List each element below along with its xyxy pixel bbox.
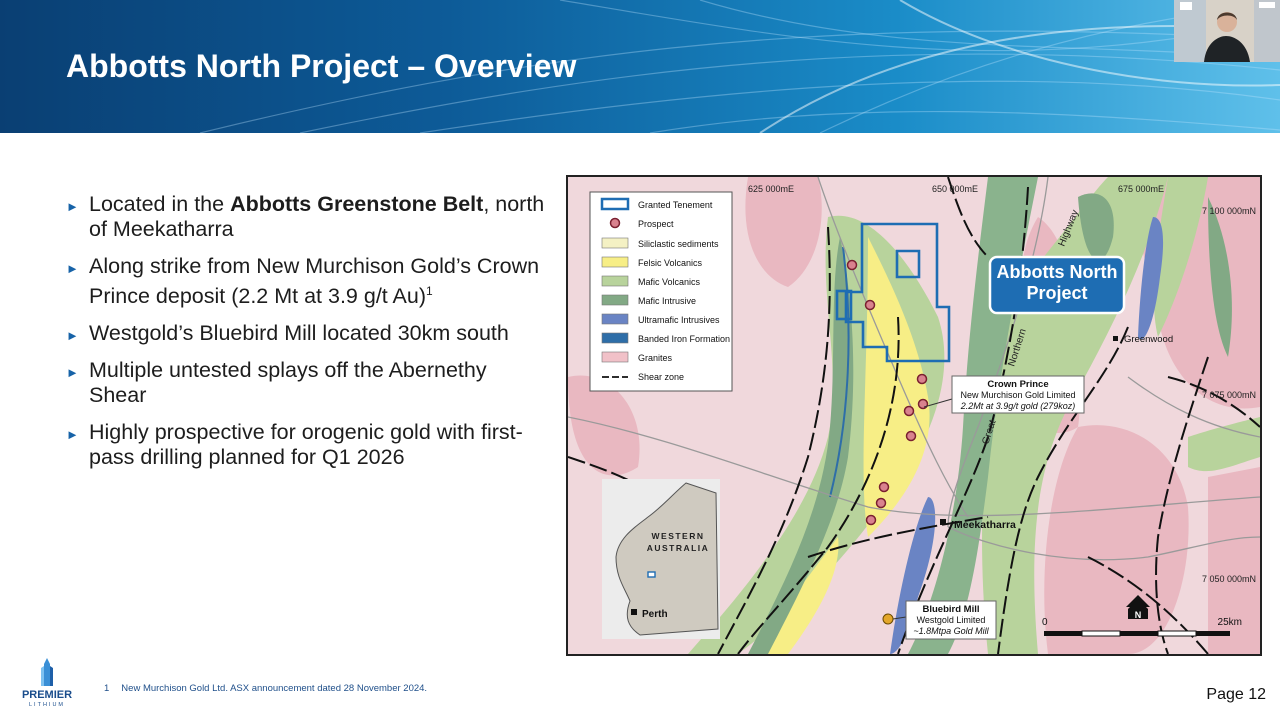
svg-text:2.2Mt at 3.9g/t gold (279koz): 2.2Mt at 3.9g/t gold (279koz) bbox=[960, 401, 1076, 411]
bullet-item: ► Along strike from New Murchison Gold’s … bbox=[66, 254, 540, 309]
prospect-marker bbox=[917, 398, 929, 410]
footnote-number: 1 bbox=[104, 683, 110, 694]
prospect-marker bbox=[916, 373, 928, 385]
northing-label: 7 050 000mN bbox=[1202, 574, 1256, 584]
svg-text:0: 0 bbox=[1042, 617, 1048, 628]
footnote: 1 New Murchison Gold Ltd. ASX announcemen… bbox=[104, 683, 427, 694]
legend-label: Mafic Intrusive bbox=[638, 296, 696, 306]
bullet-arrow-icon: ► bbox=[66, 365, 79, 381]
logo-mark-icon: PREMIER LITHIUM bbox=[22, 658, 72, 708]
footnote-text: New Murchison Gold Ltd. ASX announcement… bbox=[121, 683, 428, 694]
svg-text:New Murchison Gold Limited: New Murchison Gold Limited bbox=[960, 390, 1075, 400]
svg-text:~1.8Mtpa Gold Mill: ~1.8Mtpa Gold Mill bbox=[913, 626, 989, 636]
slide-title: Abbotts North Project – Overview bbox=[66, 48, 577, 84]
bullet-arrow-icon: ► bbox=[66, 199, 79, 214]
legend-label: Banded Iron Formation bbox=[638, 334, 730, 344]
svg-text:Meekatharra: Meekatharra bbox=[954, 519, 1016, 531]
footnote-ref: 1 bbox=[426, 284, 433, 298]
bullet-item: ► Located in the Abbotts Greenstone Belt,… bbox=[66, 192, 545, 241]
svg-text:Westgold Limited: Westgold Limited bbox=[917, 615, 986, 625]
premier-lithium-logo: PREMIER LITHIUM bbox=[12, 656, 82, 708]
map-legend: Granted Tenement Prospect Siliclastic se… bbox=[589, 191, 733, 392]
prospect-marker bbox=[846, 259, 858, 271]
legend-label: Mafic Volcanics bbox=[638, 277, 701, 287]
svg-text:25km: 25km bbox=[1218, 617, 1242, 628]
svg-text:LITHIUM: LITHIUM bbox=[29, 702, 65, 708]
easting-label: 650 000mE bbox=[932, 184, 978, 194]
legend-label: Granites bbox=[638, 353, 673, 363]
svg-text:Greenwood: Greenwood bbox=[1124, 334, 1173, 345]
svg-text:Perth: Perth bbox=[642, 609, 668, 620]
svg-text:PREMIER: PREMIER bbox=[22, 689, 72, 701]
svg-text:Bluebird Mill: Bluebird Mill bbox=[923, 604, 980, 615]
bullet-arrow-icon: ► bbox=[66, 328, 79, 344]
bullet-list: ► Located in the Abbotts Greenstone Belt,… bbox=[66, 192, 546, 482]
map-canvas: 625 000mE 650 000mE 675 000mE 7 100 000m… bbox=[568, 177, 1260, 654]
legend-label: Shear zone bbox=[638, 372, 684, 382]
legend-label: Granted Tenement bbox=[638, 200, 713, 210]
prospect-marker bbox=[865, 514, 877, 526]
bullet-arrow-icon: ► bbox=[66, 427, 79, 443]
mill-icon bbox=[882, 613, 894, 625]
inset-map: WESTERN AUSTRALIA Perth bbox=[602, 479, 720, 639]
presenter-avatar bbox=[1174, 0, 1280, 62]
prospect-marker bbox=[864, 299, 876, 311]
prospect-marker bbox=[878, 481, 890, 493]
project-label: Abbotts North Project bbox=[988, 255, 1126, 315]
legend-label: Ultramafic Intrusives bbox=[638, 315, 720, 325]
title-banner: Abbotts North Project – Overview bbox=[0, 0, 1280, 133]
svg-text:Project: Project bbox=[1026, 283, 1087, 303]
northing-label: 7 075 000mN bbox=[1202, 390, 1256, 400]
legend-label: Felsic Volcanics bbox=[638, 258, 703, 268]
legend-label: Siliclastic sediments bbox=[638, 239, 719, 249]
geology-map: 625 000mE 650 000mE 675 000mE 7 100 000m… bbox=[566, 175, 1262, 656]
svg-text:Crown Prince: Crown Prince bbox=[987, 379, 1048, 390]
easting-label: 675 000mE bbox=[1118, 184, 1164, 194]
svg-text:AUSTRALIA: AUSTRALIA bbox=[647, 543, 710, 553]
page-number: Page 12 bbox=[1206, 686, 1266, 703]
bullet-item: ► Westgold’s Bluebird Mill located 30km s… bbox=[66, 321, 546, 346]
bullet-arrow-icon: ► bbox=[66, 261, 79, 276]
prospect-marker bbox=[905, 430, 917, 442]
northing-label: 7 100 000mN bbox=[1202, 206, 1256, 216]
easting-label: 625 000mE bbox=[748, 184, 794, 194]
bullet-item: ► Multiple untested splays off the Aberne… bbox=[66, 358, 487, 408]
svg-text:WESTERN: WESTERN bbox=[652, 531, 705, 541]
prospect-marker bbox=[903, 405, 915, 417]
legend-label: Prospect bbox=[638, 219, 674, 229]
svg-text:Abbotts North: Abbotts North bbox=[997, 262, 1118, 282]
bullet-item: ► Highly prospective for orogenic gold wi… bbox=[66, 420, 523, 470]
svg-text:N: N bbox=[1135, 610, 1142, 620]
prospect-marker bbox=[875, 497, 887, 509]
presenter-video[interactable] bbox=[1174, 0, 1280, 62]
